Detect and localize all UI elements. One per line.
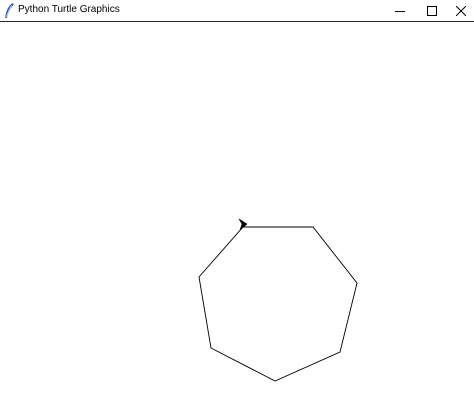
feather-icon [4, 3, 14, 19]
minimize-icon [395, 6, 405, 16]
title-bar[interactable]: Python Turtle Graphics [0, 0, 474, 22]
turtle-window: Python Turtle Graphics [0, 0, 474, 408]
maximize-button[interactable] [415, 0, 449, 21]
turtle-canvas[interactable] [0, 22, 474, 408]
heptagon-drawing [198, 226, 358, 382]
maximize-icon [427, 5, 437, 16]
turtle-arrow-icon [238, 218, 248, 231]
close-icon [455, 5, 466, 16]
minimize-button[interactable] [383, 0, 417, 21]
close-button[interactable] [447, 0, 474, 21]
window-title: Python Turtle Graphics [18, 4, 120, 15]
